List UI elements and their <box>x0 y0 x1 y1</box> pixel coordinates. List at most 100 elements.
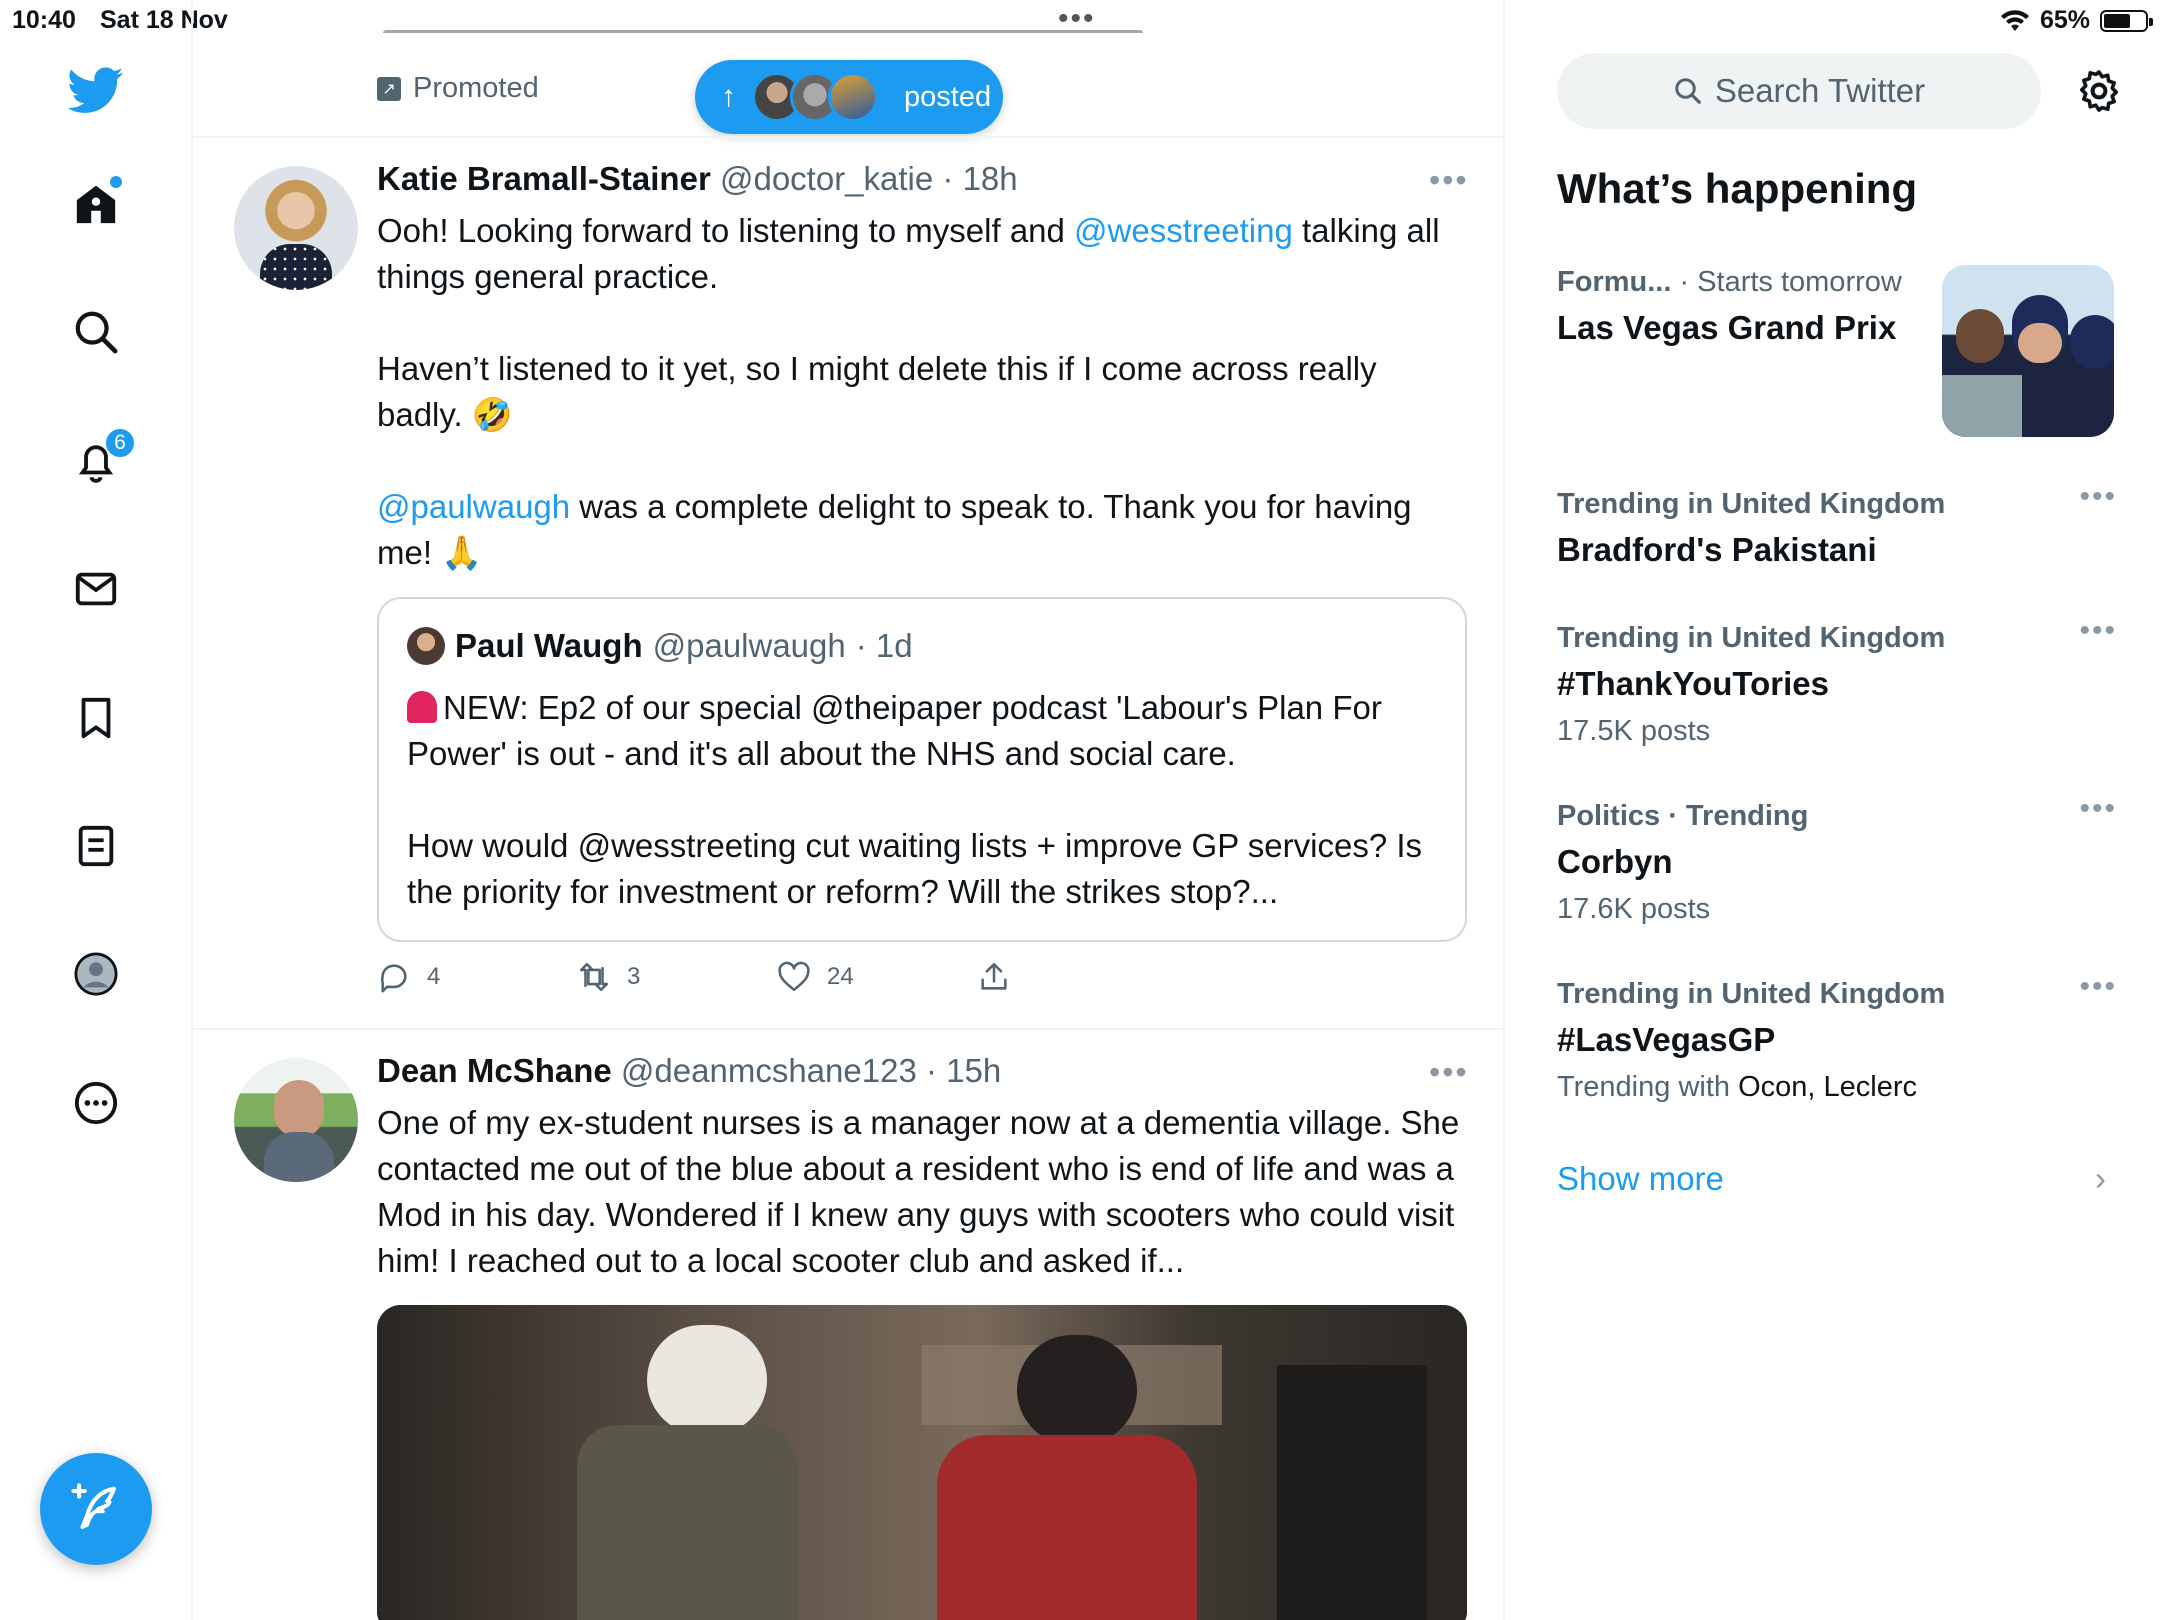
new-posts-avatars <box>752 72 878 122</box>
notifications-badge: 6 <box>104 427 136 459</box>
reply-icon <box>380 964 407 993</box>
featured-trend-image[interactable] <box>1942 265 2114 437</box>
trend-more-icon[interactable]: ••• <box>2079 792 2117 826</box>
trend-post-count: 17.5K posts <box>1557 715 1711 747</box>
tweet-header: Katie Bramall-Stainer @doctor_katie · 18… <box>377 160 1018 198</box>
sidebar-title: What’s happening <box>1557 165 1918 212</box>
search-icon <box>1675 78 1701 104</box>
retweet-button[interactable]: 3 <box>577 960 640 994</box>
nav-lists[interactable] <box>64 814 128 878</box>
gear-icon[interactable] <box>2075 67 2123 115</box>
chevron-right-icon[interactable]: › <box>2095 1160 2106 1198</box>
heart-icon <box>778 961 810 992</box>
left-navigation: 6 <box>0 0 193 1620</box>
trend-meta: Politics · Trending <box>1557 800 1809 832</box>
nav-notifications[interactable]: 6 <box>64 427 136 493</box>
search-icon <box>75 311 118 354</box>
quoted-paragraph: How would @wesstreeting cut waiting list… <box>407 827 1423 910</box>
tweet-text-part: Ooh! Looking forward to listening to mys… <box>377 212 1075 249</box>
trend-name: Corbyn <box>1557 843 1673 880</box>
tweet-paragraph: Haven’t listened to it yet, so I might d… <box>377 350 1377 433</box>
timeline: ↗ Promoted ↑ posted Katie Bramall-Staine… <box>193 0 1505 1620</box>
tweet-text: One of my ex-student nurses is a manager… <box>377 1104 1460 1279</box>
trend-item[interactable]: Trending in United Kingdom #ThankYouTori… <box>1557 614 2117 748</box>
trend-post-count: 17.6K posts <box>1557 893 1711 925</box>
author-handle[interactable]: @doctor_katie <box>720 160 933 197</box>
trend-more-icon[interactable]: ••• <box>2079 614 2117 648</box>
featured-category: Formu... <box>1557 266 1672 298</box>
avatar[interactable] <box>234 166 358 290</box>
avatar <box>828 72 878 122</box>
quoted-author-name: Paul Waugh <box>455 627 643 664</box>
trending-with-names: Ocon, Leclerc <box>1738 1071 1917 1103</box>
avatar[interactable] <box>234 1058 358 1182</box>
nav-more[interactable] <box>64 1071 128 1135</box>
share-button[interactable] <box>977 960 1011 994</box>
mail-icon <box>75 572 117 606</box>
twitter-logo-icon[interactable] <box>64 58 128 122</box>
nav-home[interactable] <box>64 172 128 236</box>
quoted-tweet[interactable]: Paul Waugh @paulwaugh · 1d NEW: Ep2 of o… <box>377 597 1467 942</box>
reply-button[interactable]: 4 <box>377 960 440 994</box>
trend-meta: Trending in United Kingdom <box>1557 622 1946 654</box>
right-sidebar: Search Twitter What’s happening Formu...… <box>1505 0 2160 1620</box>
search-input[interactable]: Search Twitter <box>1557 53 2041 129</box>
like-count: 24 <box>827 963 854 990</box>
tweet-time[interactable]: · 18h <box>942 160 1017 197</box>
trend-name: Bradford's Pakistani <box>1557 531 1877 568</box>
trend-meta: Trending in United Kingdom <box>1557 978 1946 1010</box>
trend-item[interactable]: Trending in United Kingdom #LasVegasGP T… <box>1557 970 2117 1104</box>
new-posts-label: posted <box>904 80 992 113</box>
mention-link[interactable]: @paulwaugh <box>377 488 570 525</box>
nav-explore[interactable] <box>64 300 128 364</box>
quoted-author-handle: @paulwaugh <box>652 627 846 664</box>
quoted-paragraph: NEW: Ep2 of our special @theipaper podca… <box>407 689 1382 772</box>
compose-button[interactable] <box>40 1453 152 1565</box>
promoted-label: Promoted <box>413 72 539 104</box>
tweet-time[interactable]: · 15h <box>926 1052 1001 1089</box>
more-options-icon[interactable]: ••• <box>1429 1054 1469 1091</box>
like-button[interactable]: 24 <box>777 960 854 994</box>
search-placeholder: Search Twitter <box>1714 72 1926 109</box>
trend-trending-with: Trending with Ocon, Leclerc <box>1557 1071 2117 1104</box>
new-posts-pill[interactable]: ↑ posted <box>695 60 1003 134</box>
home-icon <box>76 185 116 224</box>
trend-meta: Trending in United Kingdom <box>1557 488 1946 520</box>
bookmark-icon <box>81 697 111 739</box>
compose-icon <box>71 1483 117 1530</box>
trend-more-icon[interactable]: ••• <box>2079 970 2117 1004</box>
nav-profile[interactable] <box>64 942 128 1006</box>
profile-icon <box>74 952 118 996</box>
quoted-tweet-time: · 1d <box>855 627 913 664</box>
retweet-count: 3 <box>627 963 641 990</box>
tweet-actions: 4 3 24 <box>377 960 1097 1000</box>
show-more-link[interactable]: Show more <box>1557 1160 1724 1198</box>
list-icon <box>78 825 114 867</box>
retweet-icon <box>579 962 609 992</box>
arrow-up-icon: ↑ <box>721 80 736 113</box>
mention-link[interactable]: @wesstreeting <box>1074 212 1293 249</box>
reply-count: 4 <box>427 963 441 990</box>
tweet-media-image[interactable] <box>377 1305 1467 1620</box>
author-handle[interactable]: @deanmcshane123 <box>621 1052 917 1089</box>
promoted-icon: ↗ <box>377 76 401 101</box>
trend-item[interactable]: Trending in United Kingdom Bradford's Pa… <box>1557 480 2117 569</box>
nav-messages[interactable] <box>64 557 128 621</box>
trend-more-icon[interactable]: ••• <box>2079 480 2117 514</box>
promoted-row: ↗ Promoted <box>377 72 539 105</box>
author-name[interactable]: Dean McShane <box>377 1052 612 1089</box>
featured-when: · Starts tomorrow <box>1679 266 1902 298</box>
trending-with-label: Trending with <box>1557 1071 1731 1103</box>
author-name[interactable]: Katie Bramall-Stainer <box>377 160 711 197</box>
quoted-tweet-text: NEW: Ep2 of our special @theipaper podca… <box>407 685 1447 961</box>
divider <box>193 136 1503 138</box>
more-options-icon[interactable]: ••• <box>1429 162 1469 199</box>
quoted-tweet-header: Paul Waugh @paulwaugh · 1d <box>407 627 913 665</box>
trend-name: #LasVegasGP <box>1557 1021 1776 1058</box>
more-circle-icon <box>74 1081 118 1125</box>
home-unread-dot <box>110 176 122 188</box>
trend-item[interactable]: Politics · Trending Corbyn 17.6K posts •… <box>1557 792 2117 926</box>
avatar <box>407 627 445 665</box>
nav-bookmarks[interactable] <box>64 686 128 750</box>
previous-tweet-actions <box>383 18 1183 52</box>
